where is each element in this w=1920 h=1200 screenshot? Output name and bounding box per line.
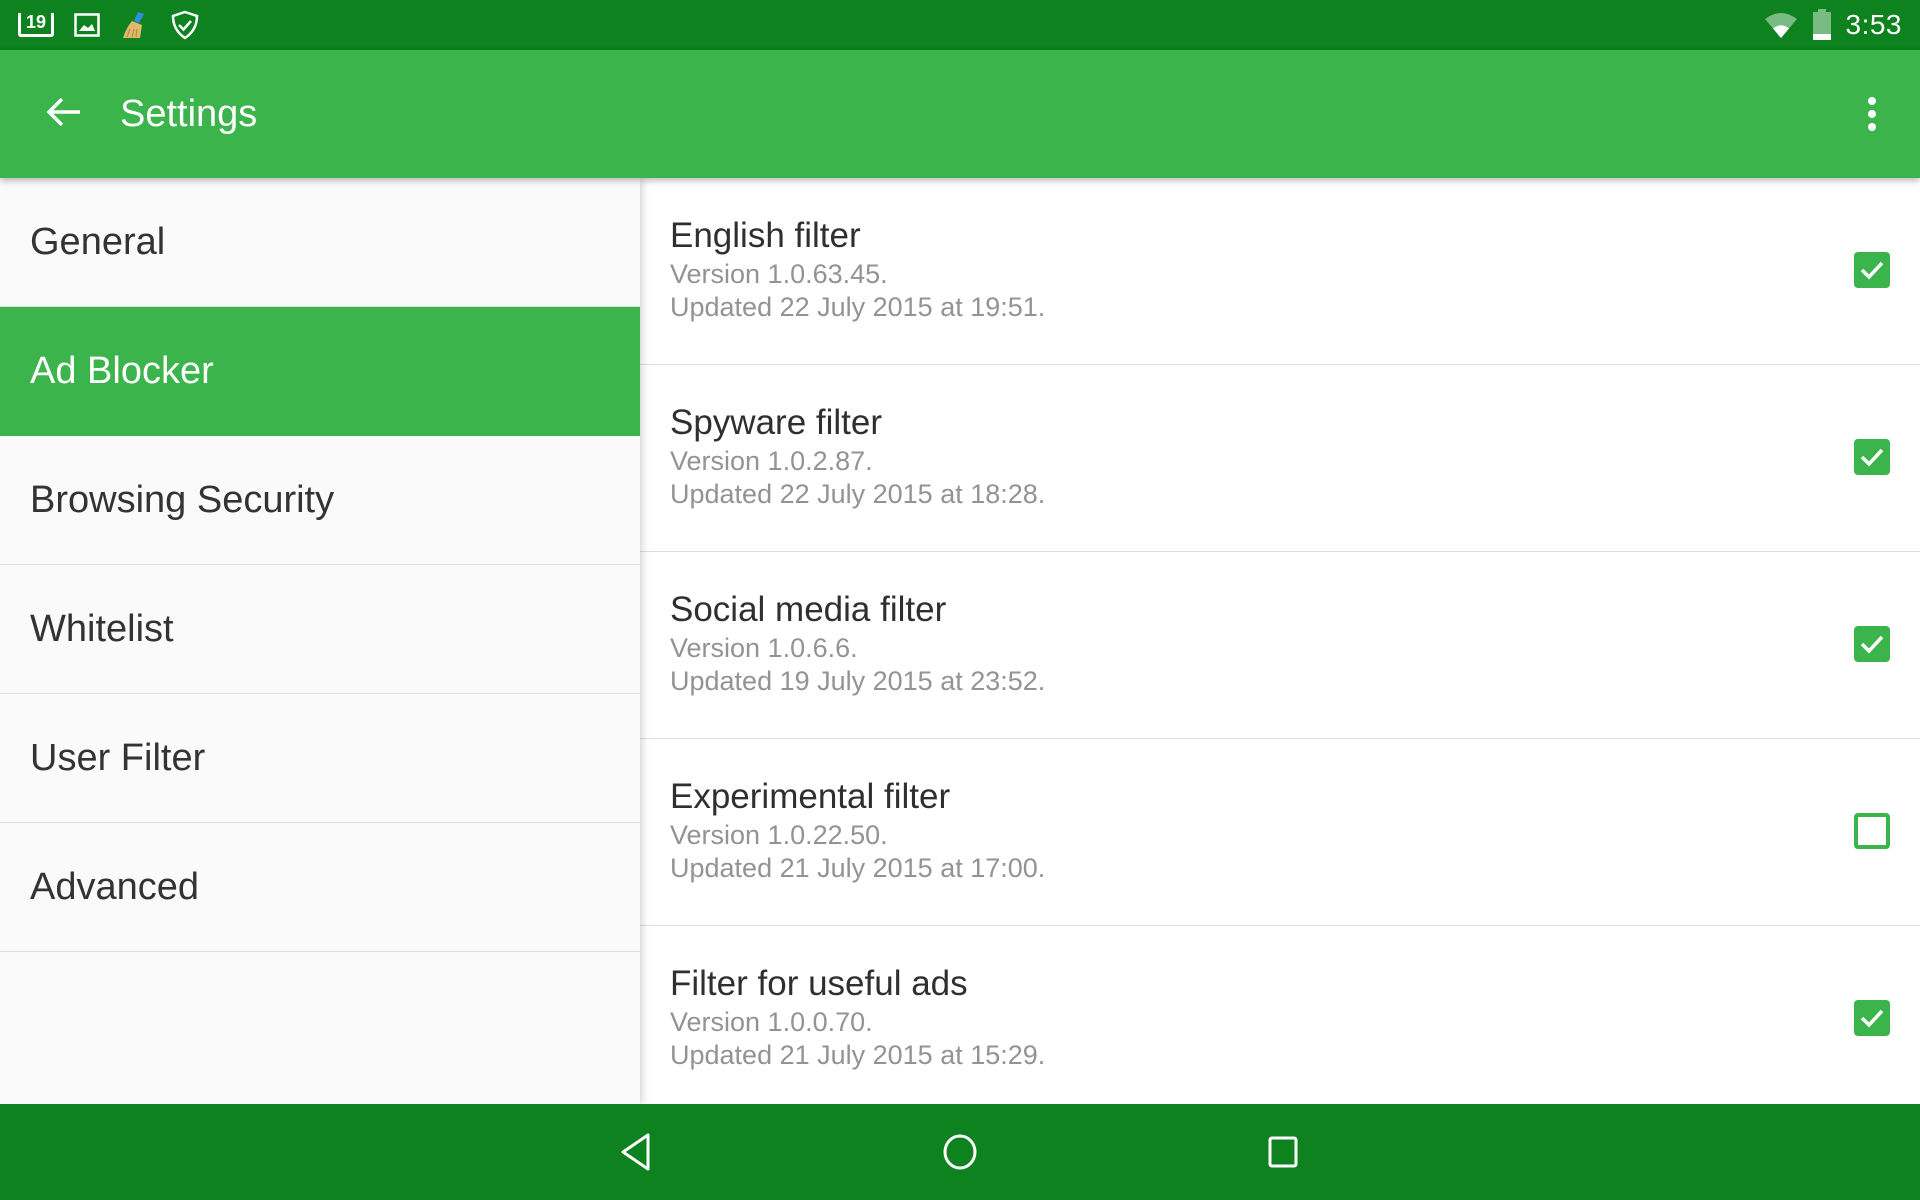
filter-row-spyware[interactable]: Spyware filter Version 1.0.2.87. Updated… bbox=[640, 365, 1920, 552]
filter-title: Social media filter bbox=[670, 590, 947, 629]
arrow-left-icon bbox=[46, 96, 82, 133]
sidebar-item-general[interactable]: General bbox=[0, 178, 640, 307]
app-toolbar: Settings bbox=[0, 50, 1920, 178]
back-triangle-icon bbox=[621, 1133, 650, 1171]
system-navigation-bar bbox=[0, 1104, 1920, 1200]
filter-version: Version 1.0.2.87. bbox=[670, 446, 873, 476]
wifi-icon bbox=[1764, 11, 1798, 39]
check-icon bbox=[1860, 635, 1884, 654]
filter-checkbox[interactable] bbox=[1854, 252, 1890, 288]
filter-title: Filter for useful ads bbox=[670, 964, 968, 1003]
sidebar-item-whitelist[interactable]: Whitelist bbox=[0, 565, 640, 694]
filter-row-useful-ads[interactable]: Filter for useful ads Version 1.0.0.70. … bbox=[640, 926, 1920, 1104]
check-icon bbox=[1860, 261, 1884, 280]
filter-row-social-media[interactable]: Social media filter Version 1.0.6.6. Upd… bbox=[640, 552, 1920, 739]
filter-updated: Updated 19 July 2015 at 23:52. bbox=[670, 666, 1046, 696]
recents-square-icon bbox=[1268, 1136, 1298, 1168]
filter-updated: Updated 22 July 2015 at 18:28. bbox=[670, 479, 1046, 509]
check-icon bbox=[1860, 1009, 1884, 1028]
battery-icon bbox=[1812, 9, 1832, 41]
nav-back-button[interactable] bbox=[606, 1122, 666, 1182]
sidebar-item-label: Ad Blocker bbox=[30, 349, 214, 392]
filter-list: English filter Version 1.0.63.45. Update… bbox=[640, 178, 1920, 1104]
clock: 3:53 bbox=[1845, 9, 1902, 40]
filter-row-english[interactable]: English filter Version 1.0.63.45. Update… bbox=[640, 178, 1920, 365]
status-bar: 19 3:53 bbox=[0, 0, 1920, 50]
filter-checkbox[interactable] bbox=[1854, 439, 1890, 475]
sidebar-item-label: Browsing Security bbox=[30, 478, 335, 521]
shield-check-icon bbox=[170, 10, 200, 40]
filter-checkbox[interactable] bbox=[1854, 813, 1890, 849]
filter-version: Version 1.0.63.45. bbox=[670, 259, 888, 289]
back-button[interactable] bbox=[36, 86, 92, 142]
overflow-menu-button[interactable] bbox=[1844, 86, 1900, 142]
sidebar-item-label: General bbox=[30, 220, 166, 263]
sidebar-item-advanced[interactable]: Advanced bbox=[0, 823, 640, 952]
filter-updated: Updated 21 July 2015 at 17:00. bbox=[670, 853, 1046, 883]
page-title: Settings bbox=[120, 93, 258, 135]
more-vert-icon-dot bbox=[1868, 123, 1876, 131]
nav-home-button[interactable] bbox=[930, 1122, 990, 1182]
settings-category-list: General Ad Blocker Browsing Security Whi… bbox=[0, 178, 640, 1104]
sidebar-item-label: Advanced bbox=[30, 865, 200, 908]
sidebar-item-ad-blocker[interactable]: Ad Blocker bbox=[0, 307, 640, 436]
notification-count: 19 bbox=[25, 12, 47, 32]
more-vert-icon-dot bbox=[1868, 97, 1876, 105]
filter-version: Version 1.0.6.6. bbox=[670, 633, 858, 663]
sidebar-item-user-filter[interactable]: User Filter bbox=[0, 694, 640, 823]
filter-updated: Updated 21 July 2015 at 15:29. bbox=[670, 1040, 1046, 1070]
filter-updated: Updated 22 July 2015 at 19:51. bbox=[670, 292, 1046, 322]
notification-count-icon: 19 bbox=[18, 13, 54, 37]
more-vert-icon-dot bbox=[1868, 110, 1876, 118]
sidebar-item-browsing-security[interactable]: Browsing Security bbox=[0, 436, 640, 565]
nav-recents-button[interactable] bbox=[1253, 1122, 1313, 1182]
filter-title: Experimental filter bbox=[670, 777, 951, 816]
home-circle-icon bbox=[943, 1134, 977, 1170]
filter-title: English filter bbox=[670, 216, 861, 255]
filter-version: Version 1.0.22.50. bbox=[670, 820, 888, 850]
sidebar-item-label: Whitelist bbox=[30, 607, 174, 650]
filter-checkbox[interactable] bbox=[1854, 626, 1890, 662]
filter-checkbox[interactable] bbox=[1854, 1000, 1890, 1036]
filter-version: Version 1.0.0.70. bbox=[670, 1007, 873, 1037]
check-icon bbox=[1860, 448, 1884, 467]
filter-row-experimental[interactable]: Experimental filter Version 1.0.22.50. U… bbox=[640, 739, 1920, 926]
sidebar-item-label: User Filter bbox=[30, 736, 206, 779]
filter-title: Spyware filter bbox=[670, 403, 883, 442]
broom-cleaner-icon bbox=[120, 10, 150, 40]
image-icon bbox=[74, 13, 100, 37]
